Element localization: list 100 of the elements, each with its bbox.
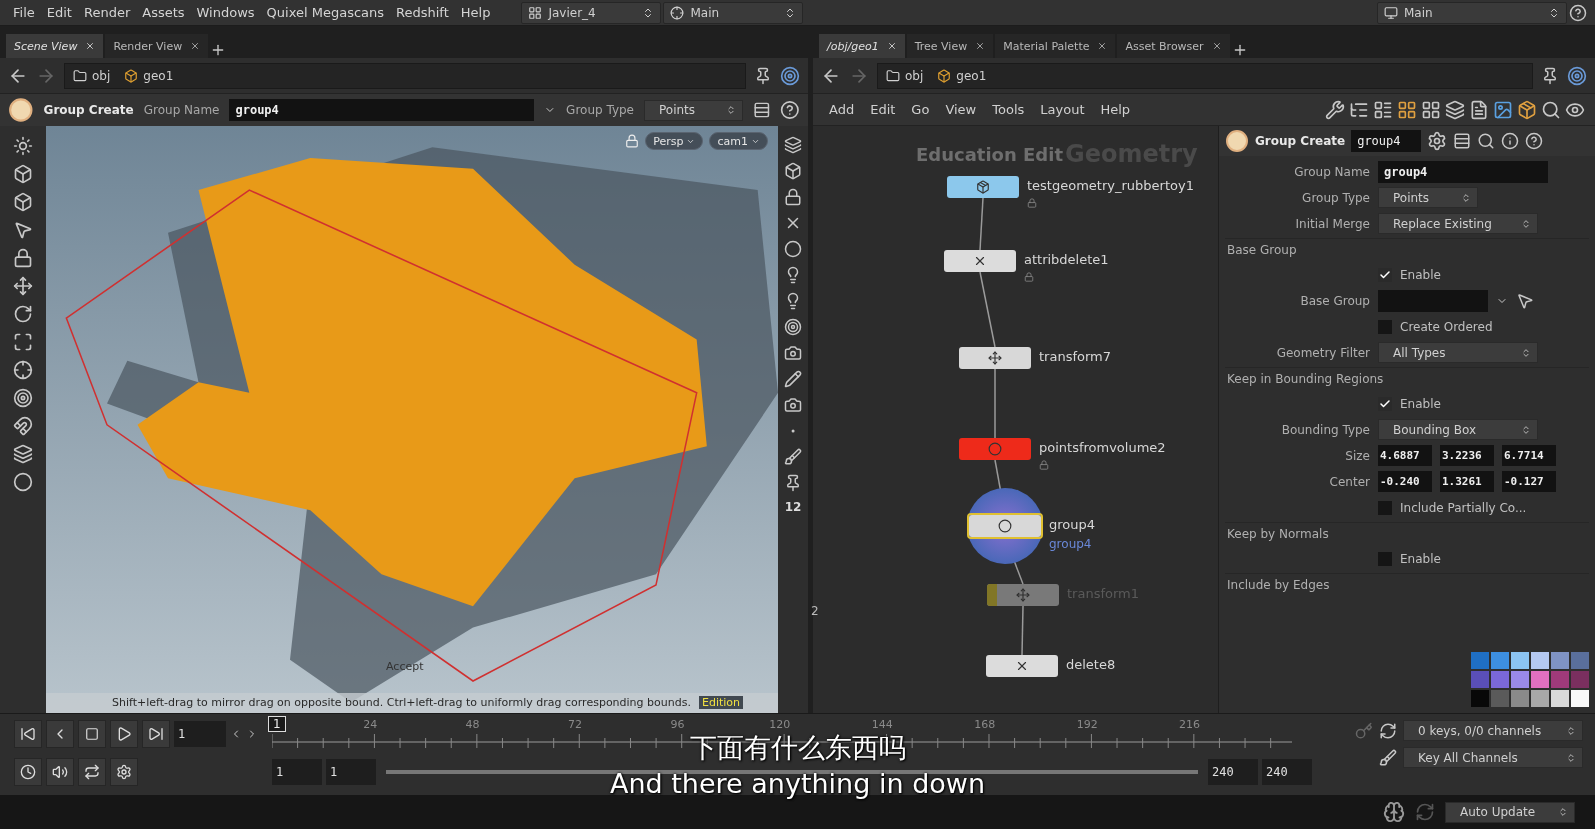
menu-item[interactable]: Help [455,5,496,20]
menu-item[interactable]: Layout [1034,102,1091,117]
update-mode-dropdown[interactable]: Auto Update [1445,801,1575,823]
stop-button[interactable] [78,720,106,748]
range-end-field[interactable]: 240 [1262,759,1312,785]
menu-item[interactable]: View [939,102,983,117]
color-swatch[interactable] [1531,671,1549,688]
range-end-field[interactable]: 240 [1208,759,1258,785]
group-name-field[interactable]: group4 [229,99,535,121]
menu-item[interactable]: File [8,5,40,20]
target-icon[interactable] [780,65,800,86]
keys-dropdown[interactable]: 0 keys, 0/0 channels [1403,720,1583,741]
checkbox[interactable] [1378,319,1392,334]
menu-item[interactable]: Help [1094,102,1137,117]
current-frame-marker[interactable]: 1 [268,716,286,732]
key-icon[interactable] [1355,721,1373,740]
info-icon[interactable] [1501,132,1520,150]
search-icon[interactable] [1477,132,1496,150]
pane-tab[interactable]: Scene View [6,34,104,58]
target-icon[interactable] [1567,65,1587,86]
color-swatch[interactable] [1531,690,1549,707]
settings-icon[interactable] [1427,131,1448,151]
node-body[interactable] [986,655,1058,677]
checkbox[interactable] [1378,267,1392,282]
cube-icon[interactable] [13,192,33,212]
color-swatch[interactable] [1491,652,1509,669]
close-icon[interactable] [975,41,986,51]
color-swatch[interactable] [1471,690,1489,707]
color-swatch[interactable] [1511,652,1529,669]
pointer-icon[interactable] [1516,291,1534,310]
close-icon[interactable] [886,41,897,51]
checkbox[interactable] [1378,551,1392,566]
color-swatch[interactable] [1551,671,1569,688]
box-icon[interactable] [1517,99,1537,120]
image-icon[interactable] [1493,99,1513,120]
menu-item[interactable]: Windows [191,5,260,20]
brush-icon[interactable] [784,448,802,466]
menu-item[interactable]: Render [78,5,136,20]
target-icon[interactable] [13,388,33,408]
menu-item[interactable]: Redshift [391,5,454,20]
pane-tab[interactable]: /obj/geo1 [819,34,905,58]
node-body[interactable] [987,584,1059,606]
audio-button[interactable] [46,758,74,786]
pin-icon[interactable] [1541,66,1559,85]
close-icon[interactable] [85,41,96,51]
number-field[interactable]: 6.7714 [1502,445,1556,466]
scale-icon[interactable] [13,332,33,352]
camera-icon[interactable] [784,344,802,362]
brain-icon[interactable] [1383,801,1405,823]
color-swatch[interactable] [1531,652,1549,669]
color-swatch[interactable] [1471,671,1489,688]
group-name-field[interactable]: group4 [1378,160,1548,183]
number-field[interactable]: -0.240 [1378,471,1432,492]
color-swatch[interactable] [1571,671,1589,688]
menu-item[interactable]: Edit [864,102,902,117]
number-field[interactable]: 3.2236 [1440,445,1494,466]
grid-icon[interactable] [1397,99,1417,120]
pin-icon[interactable] [754,66,772,85]
box-icon[interactable] [784,162,802,180]
realtime-button[interactable] [14,758,42,786]
play-button[interactable] [110,720,138,748]
number-field[interactable]: -0.127 [1502,471,1556,492]
base-group-field[interactable] [1378,289,1488,312]
magnet-icon[interactable] [13,416,33,436]
range-current-field[interactable]: 1 [326,759,376,785]
pointer-icon[interactable] [13,220,33,240]
color-swatch[interactable] [1511,690,1529,707]
list-icon[interactable] [1373,99,1393,120]
context-select[interactable]: Main [663,1,804,24]
grid-icon[interactable] [1421,99,1441,120]
color-swatch[interactable] [1551,690,1569,707]
pin-icon[interactable] [784,474,802,492]
frame-field[interactable]: 1 [174,721,226,747]
key-mode-dropdown[interactable]: Key All Channels [1403,747,1583,768]
lock-icon[interactable] [13,248,33,268]
lock-icon[interactable] [784,188,802,206]
checkbox[interactable] [1378,396,1392,411]
color-swatch[interactable] [1571,652,1589,669]
color-swatch[interactable] [1471,652,1489,669]
color-swatch[interactable] [1511,671,1529,688]
range-start-field[interactable]: 1 [272,759,322,785]
move-icon[interactable] [13,276,33,296]
group-type-dropdown[interactable]: Points [644,99,743,121]
help-icon[interactable] [780,100,800,120]
node-body[interactable] [959,347,1031,369]
help-icon[interactable] [1569,3,1587,22]
camera-menu[interactable]: cam1 [709,132,768,150]
loop-button[interactable] [78,758,106,786]
color-swatch[interactable] [1491,671,1509,688]
menu-dropdown[interactable]: Bounding Box [1378,419,1538,440]
number-field[interactable]: 4.6887 [1378,445,1432,466]
menu-item[interactable]: Go [905,102,936,117]
rotate-icon[interactable] [13,304,33,324]
node-body[interactable] [959,438,1031,460]
close-icon[interactable] [190,41,201,51]
first-frame-button[interactable] [14,720,42,748]
color-swatch[interactable] [1571,690,1589,707]
menu-item[interactable]: Add [823,102,861,117]
pencil-icon[interactable] [784,370,802,388]
checkbox[interactable] [1378,500,1392,515]
